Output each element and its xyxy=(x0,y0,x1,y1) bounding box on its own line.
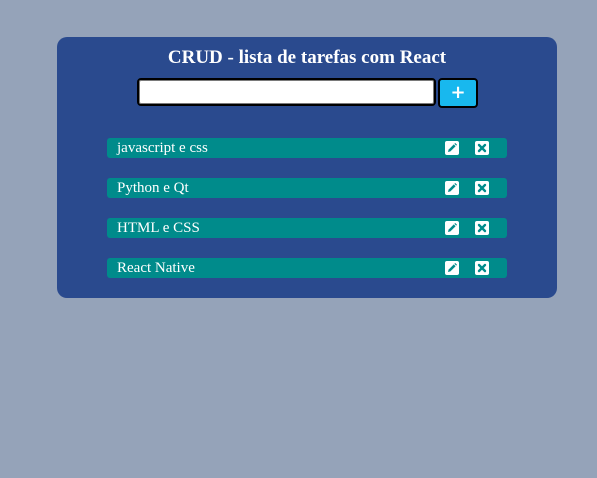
delete-task-button[interactable] xyxy=(475,181,489,195)
task-list: javascript e css Python e Qt HTML e CSS … xyxy=(107,138,507,298)
todo-card: CRUD - lista de tarefas com React + java… xyxy=(57,37,557,298)
task-item: javascript e css xyxy=(107,138,507,158)
edit-task-button[interactable] xyxy=(445,261,459,275)
page-title: CRUD - lista de tarefas com React xyxy=(167,47,447,68)
task-label: React Native xyxy=(117,260,195,276)
task-label: HTML e CSS xyxy=(117,220,200,236)
task-item: React Native xyxy=(107,258,507,278)
pencil-icon xyxy=(448,263,457,272)
task-item: HTML e CSS xyxy=(107,218,507,238)
task-input[interactable] xyxy=(137,78,436,106)
close-icon xyxy=(477,143,487,153)
delete-task-button[interactable] xyxy=(475,261,489,275)
pencil-icon xyxy=(448,143,457,152)
pencil-icon xyxy=(448,183,457,192)
close-icon xyxy=(477,263,487,273)
task-item: Python e Qt xyxy=(107,178,507,198)
pencil-icon xyxy=(448,223,457,232)
close-icon xyxy=(477,223,487,233)
edit-task-button[interactable] xyxy=(445,181,459,195)
edit-task-button[interactable] xyxy=(445,141,459,155)
task-label: javascript e css xyxy=(117,140,208,156)
edit-task-button[interactable] xyxy=(445,221,459,235)
task-label: Python e Qt xyxy=(117,180,189,196)
add-task-button[interactable]: + xyxy=(438,78,478,108)
delete-task-button[interactable] xyxy=(475,221,489,235)
close-icon xyxy=(477,183,487,193)
delete-task-button[interactable] xyxy=(475,141,489,155)
